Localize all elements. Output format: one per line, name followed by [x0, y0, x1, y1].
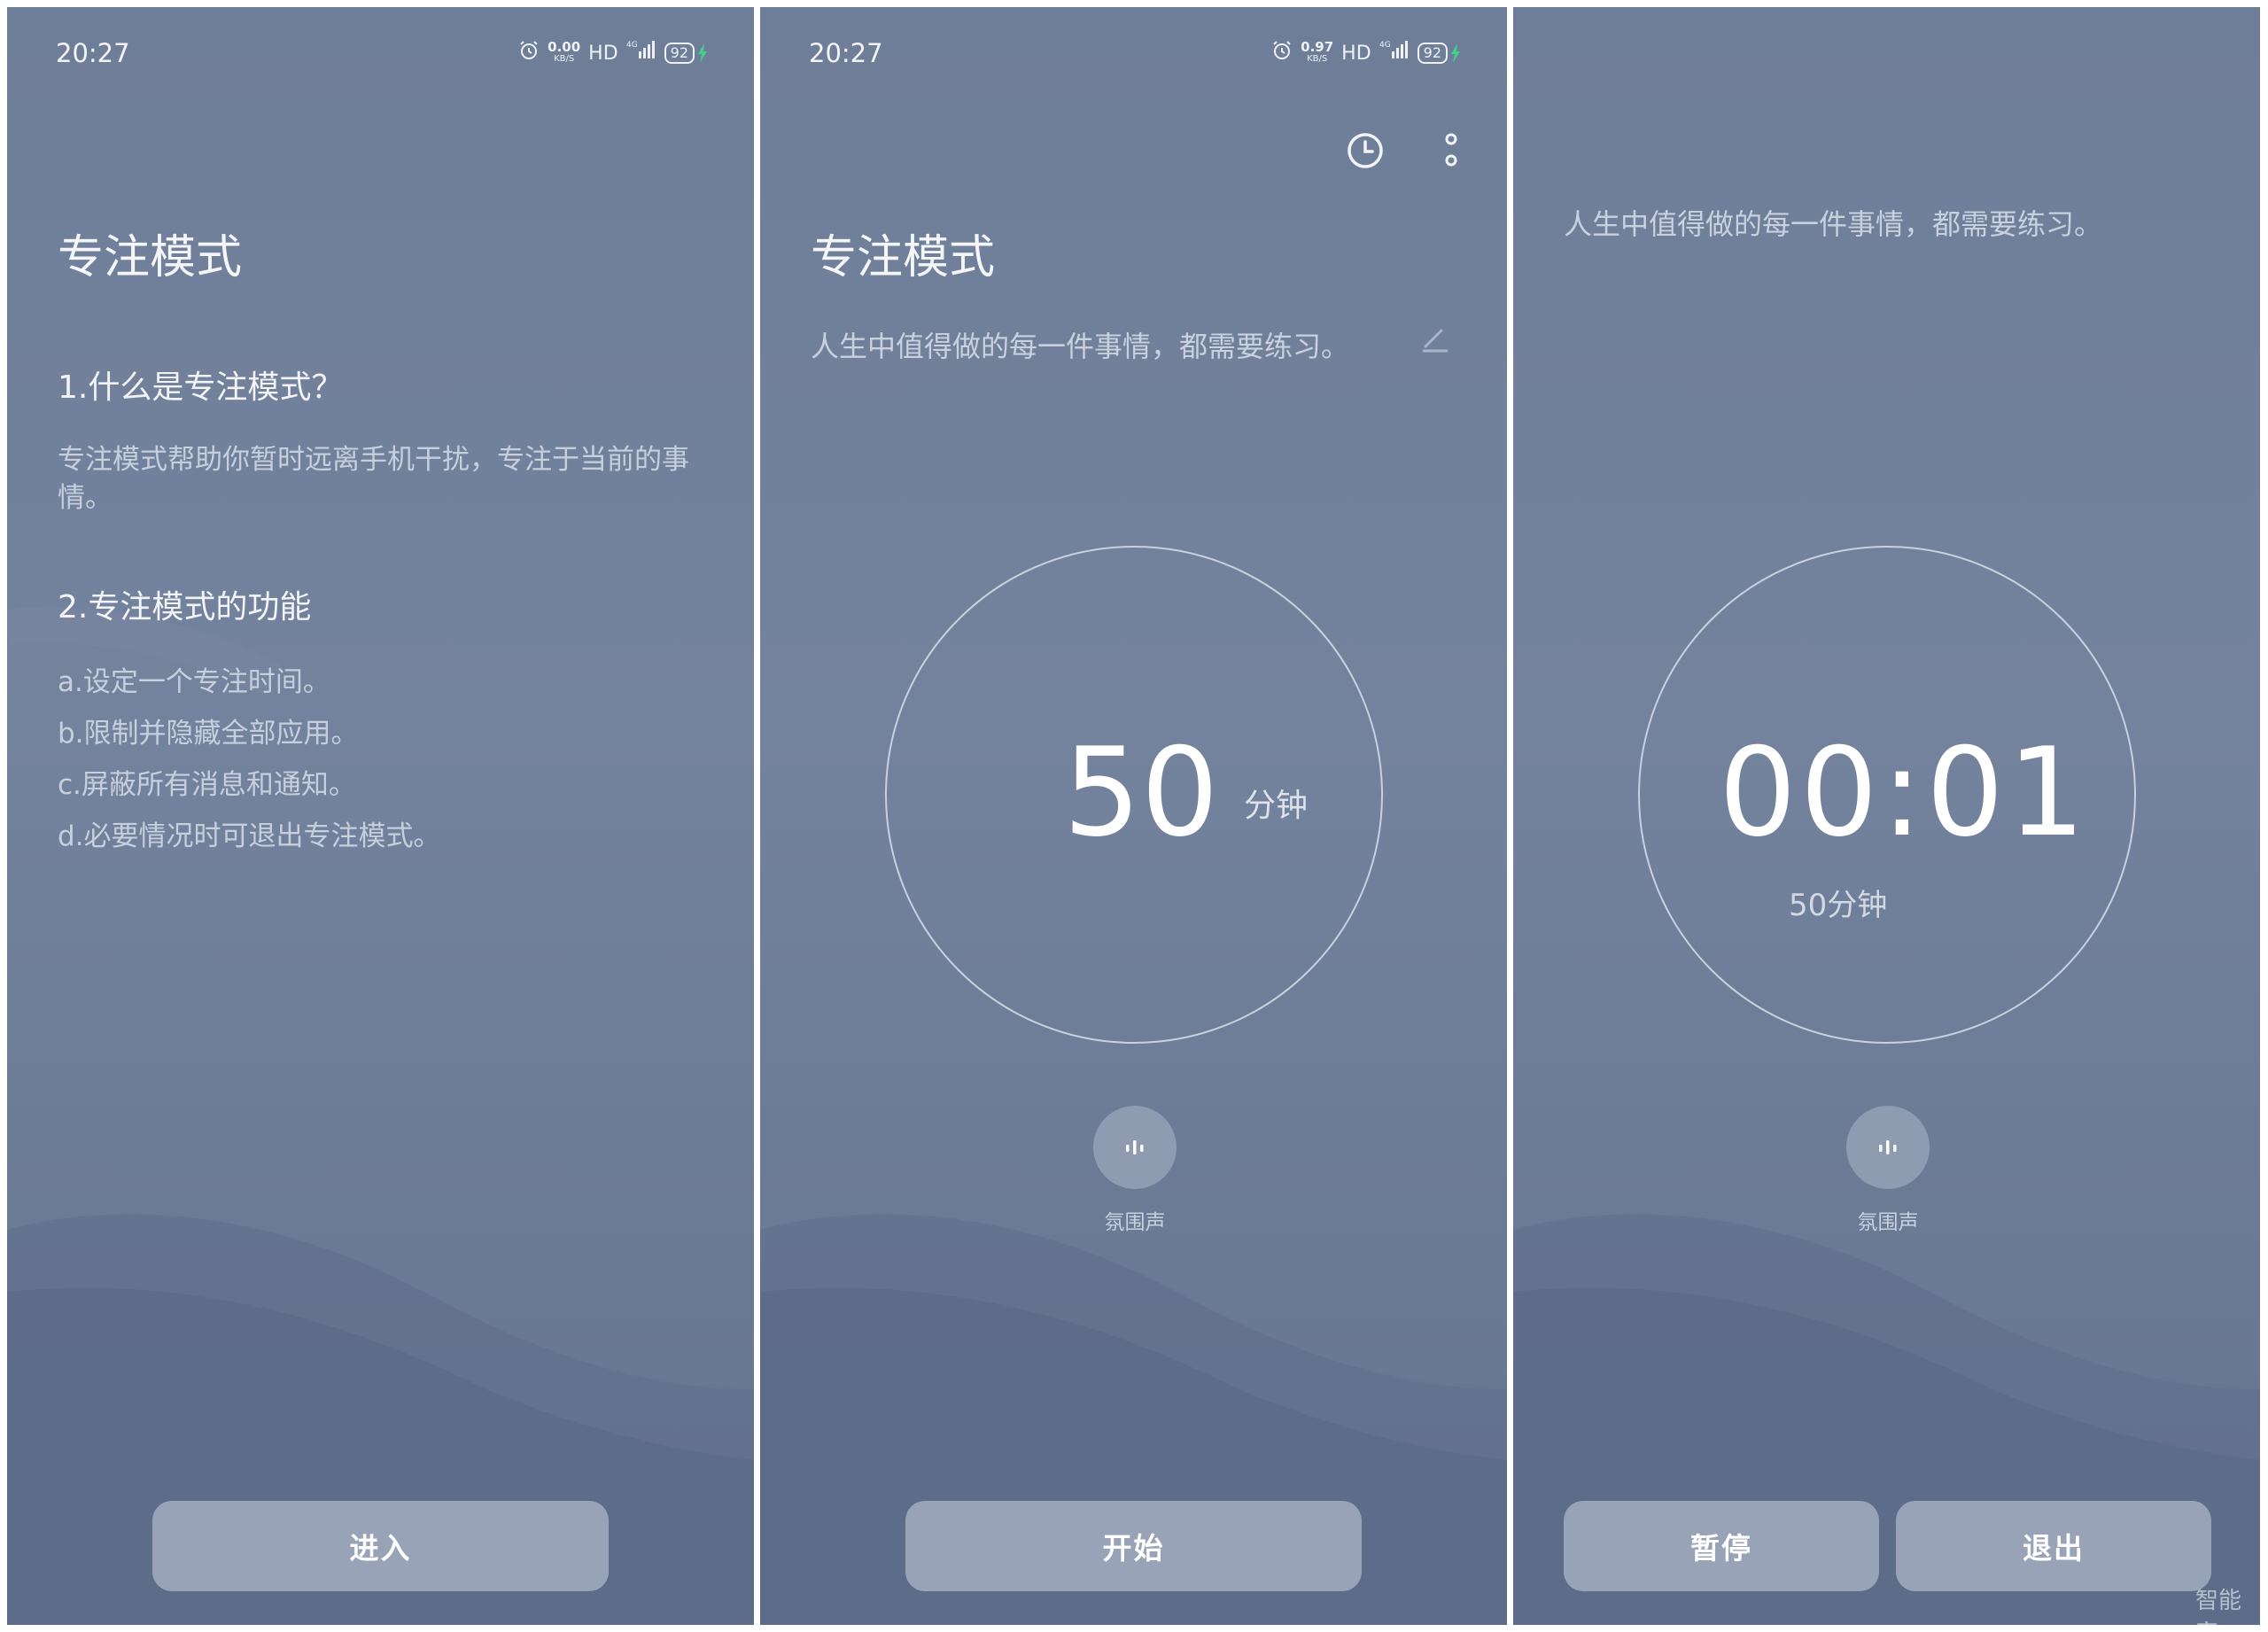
ambient-sound-button[interactable]	[1093, 1106, 1177, 1189]
status-icons: 0.97 KB/S HD 4G 92	[1271, 39, 1461, 67]
page-title: 专注模式	[58, 231, 243, 284]
edit-pencil-icon[interactable]	[1420, 323, 1450, 354]
hd-label: HD	[1341, 42, 1371, 65]
hd-label: HD	[588, 42, 618, 65]
elapsed-time: 00:01	[1719, 721, 2089, 864]
list-item: b.限制并隐藏全部应用。	[58, 718, 359, 750]
status-time: 20:27	[809, 38, 883, 68]
ambient-sound-icon	[1879, 1140, 1897, 1154]
list-item: c.屏蔽所有消息和通知。	[58, 769, 356, 801]
signal-icon: 4G	[626, 39, 656, 67]
ambient-sound-icon	[1126, 1140, 1144, 1154]
start-button[interactable]: 开始	[905, 1501, 1362, 1591]
session-length: 50分钟	[1789, 888, 1888, 923]
battery-icon: 92	[664, 43, 708, 64]
history-clock-icon[interactable]	[1344, 129, 1386, 172]
list-item: a.设定一个专注时间。	[58, 666, 330, 698]
setup-screen: 20:27 0.97 KB/S HD 4G 92 专注模式 人生中值得做的每一件事…	[760, 7, 1507, 1625]
pause-button[interactable]: 暂停	[1564, 1501, 1879, 1591]
svg-text:4G: 4G	[626, 41, 638, 50]
ambient-sound-label: 氛围声	[1104, 1211, 1166, 1234]
section-text: 专注模式帮助你暂时远离手机干扰，专注于当前的事情。	[58, 444, 689, 514]
status-time: 20:27	[56, 38, 130, 68]
motto-text: 人生中值得做的每一件事情，都需要练习。	[811, 330, 1350, 363]
ambient-sound-label: 氛围声	[1857, 1211, 1919, 1234]
feature-list: a.设定一个专注时间。 b.限制并隐藏全部应用。 c.屏蔽所有消息和通知。 d.…	[58, 657, 441, 862]
network-speed: 0.00 KB/S	[548, 39, 581, 65]
status-icons: 0.00 KB/S HD 4G 92	[518, 39, 708, 67]
section-title: 2.专注模式的功能	[58, 589, 312, 626]
battery-icon: 92	[1417, 43, 1461, 64]
svg-text:4G: 4G	[1379, 41, 1391, 50]
ambient-sound-button[interactable]	[1846, 1106, 1930, 1189]
intro-screen: 20:27 0.00 KB/S HD 4G 92 专注模式 1.什么是专注模式？ …	[7, 7, 754, 1625]
network-speed: 0.97 KB/S	[1301, 39, 1334, 65]
signal-icon: 4G	[1379, 39, 1410, 67]
exit-button[interactable]: 退出	[1896, 1501, 2211, 1591]
motto-text: 人生中值得做的每一件事情，都需要练习。	[1564, 207, 2103, 241]
running-screen: 人生中值得做的每一件事情，都需要练习。 00:01 50分钟 氛围声 暂停 退出…	[1513, 7, 2260, 1625]
section-title: 1.什么是专注模式？	[58, 369, 344, 406]
more-vertical-icon[interactable]	[1430, 129, 1472, 172]
enter-button[interactable]: 进入	[152, 1501, 609, 1591]
minutes-value: 50	[1063, 721, 1219, 864]
list-item: d.必要情况时可退出专注模式。	[58, 820, 441, 852]
page-title: 专注模式	[811, 231, 996, 284]
minutes-unit: 分钟	[1244, 788, 1309, 824]
alarm-icon	[1271, 40, 1293, 66]
alarm-icon	[518, 40, 540, 66]
watermark-text: 智能家	[2195, 1588, 2242, 1625]
